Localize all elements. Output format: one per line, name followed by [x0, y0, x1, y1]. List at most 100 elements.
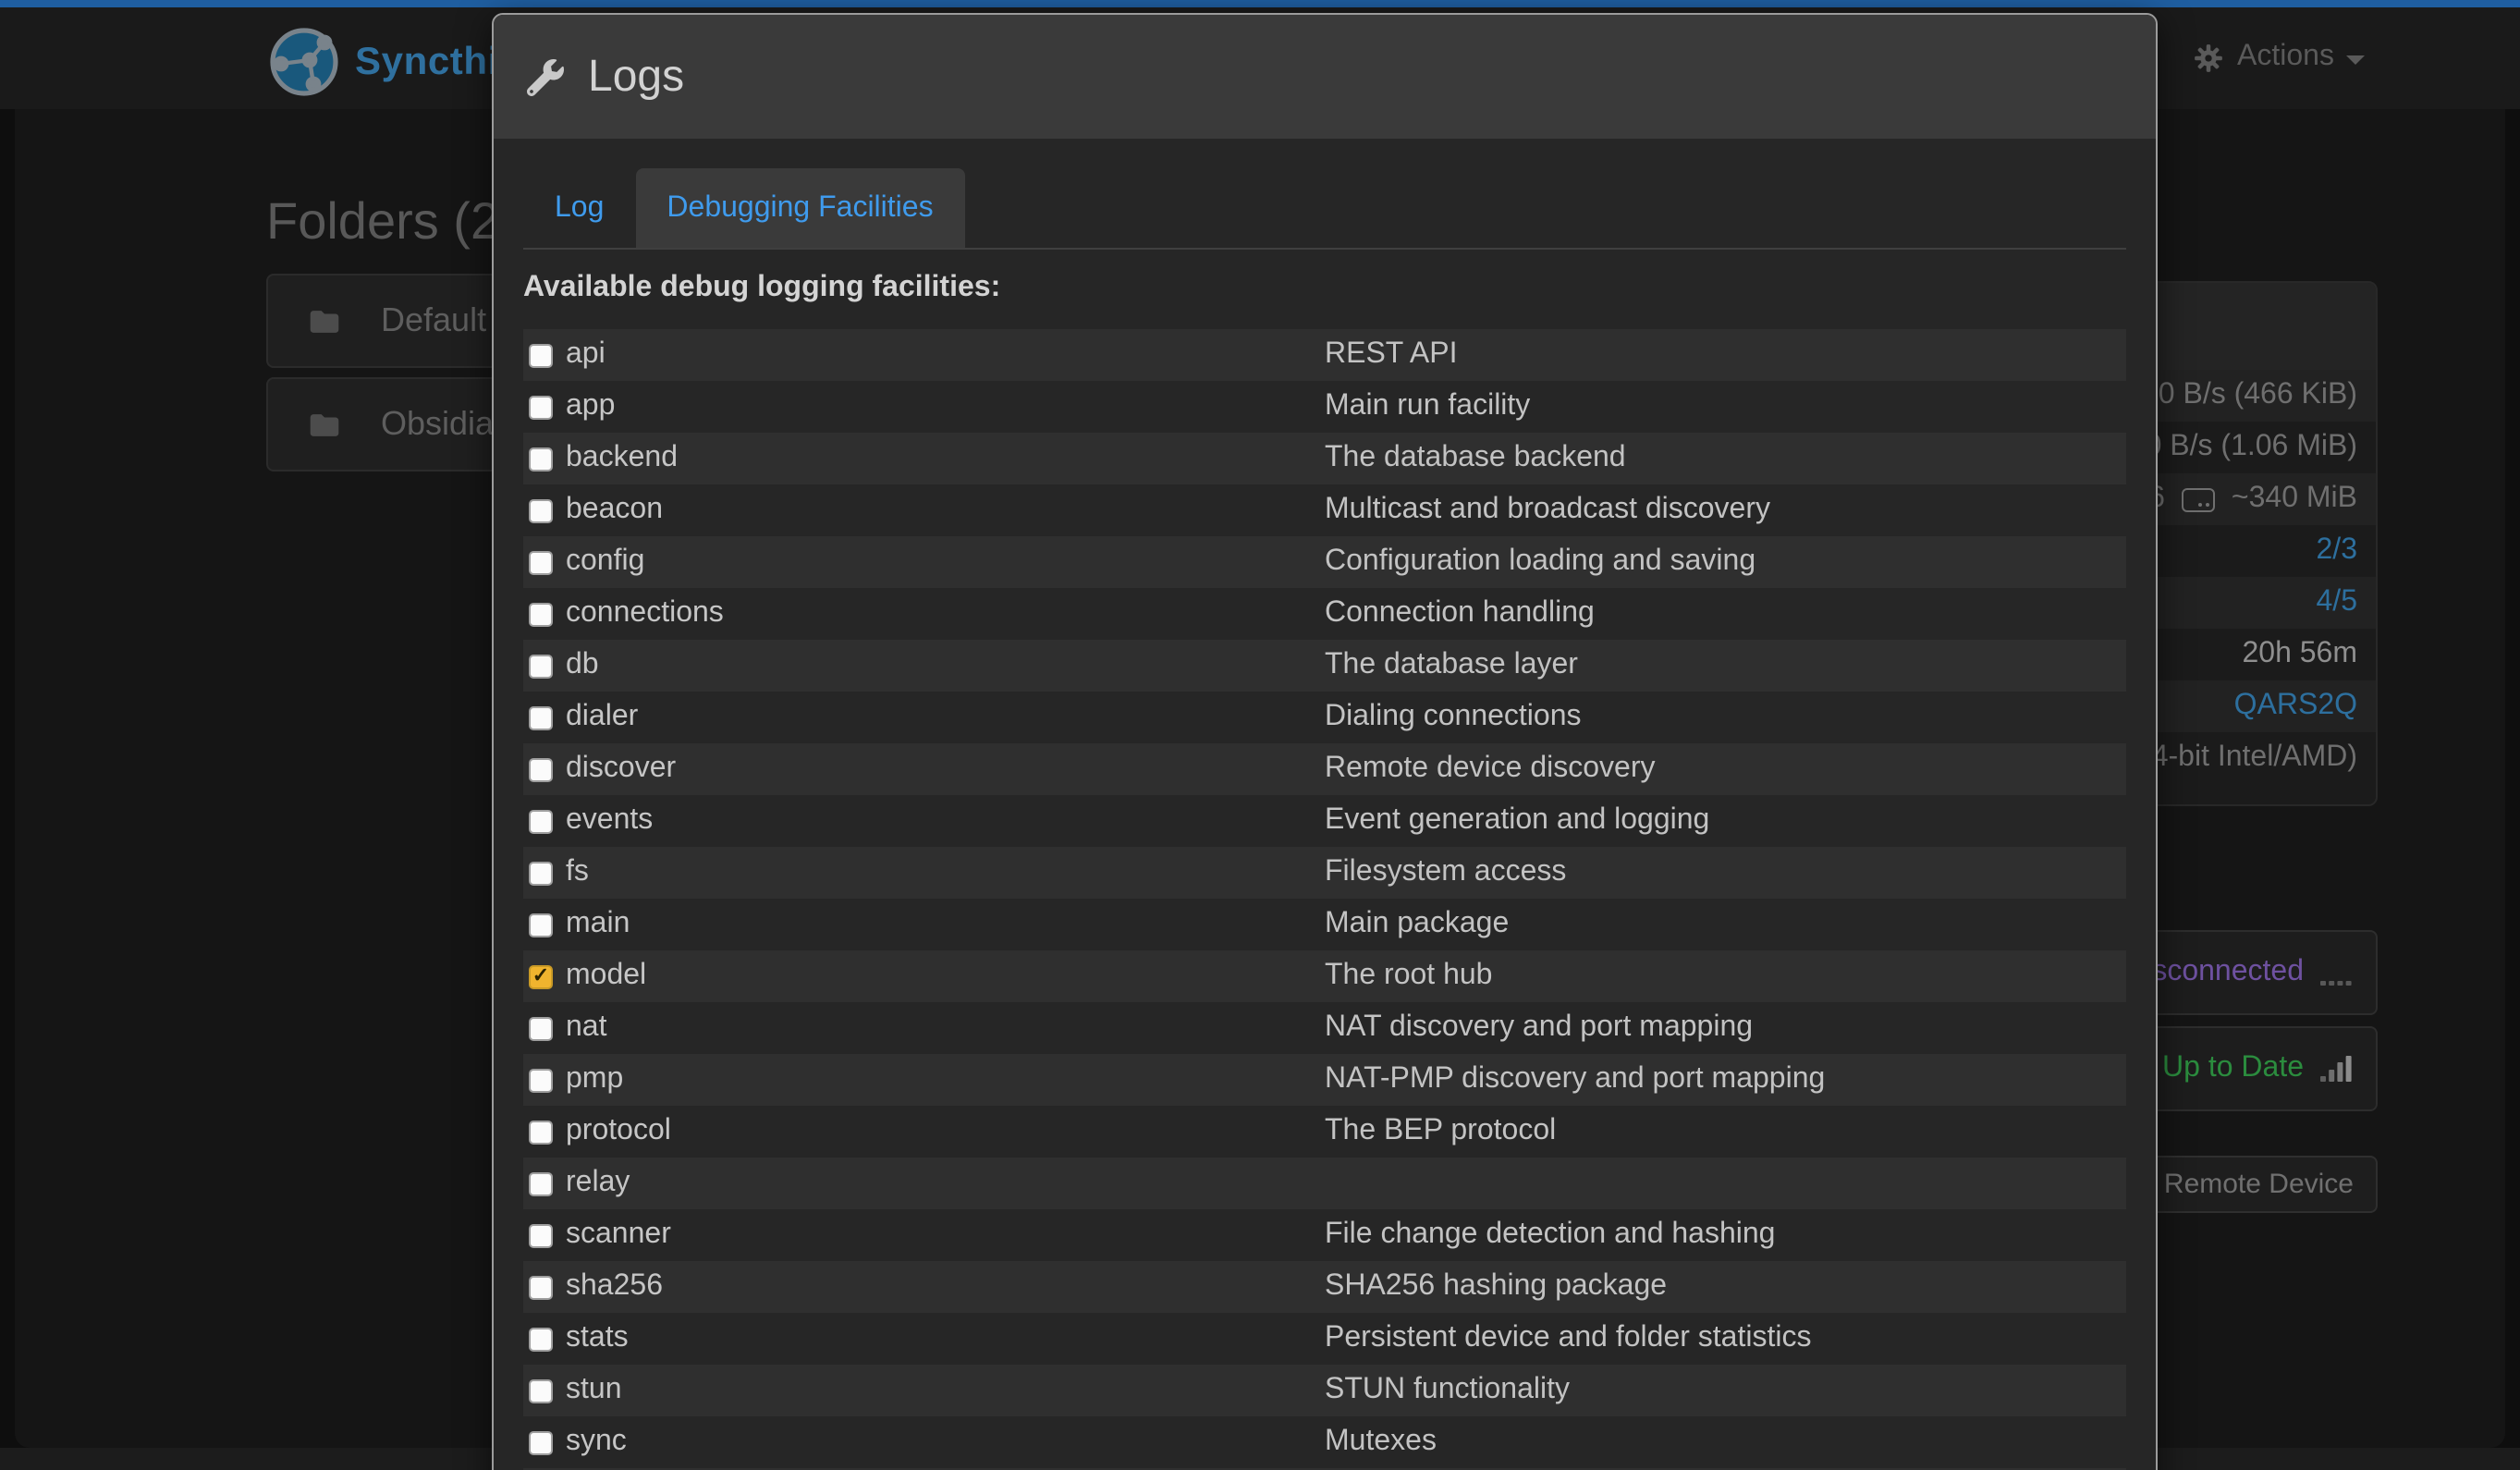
- facility-checkbox[interactable]: [529, 705, 553, 729]
- facility-checkbox[interactable]: [529, 550, 553, 574]
- facility-row: dialer Dialing connections: [523, 692, 2126, 743]
- facility-name: discover: [566, 753, 676, 786]
- facility-description: The database layer: [1325, 649, 2126, 682]
- logs-modal-body: Log Debugging Facilities Available debug…: [494, 168, 2156, 1470]
- facility-checkbox[interactable]: [529, 447, 553, 471]
- facility-description: NAT-PMP discovery and port mapping: [1325, 1063, 2126, 1096]
- facility-checkbox[interactable]: [529, 757, 553, 781]
- facility-checkbox[interactable]: [529, 1120, 553, 1144]
- facility-name: relay: [566, 1167, 630, 1200]
- facility-checkbox[interactable]: [529, 1430, 553, 1454]
- facility-checkbox[interactable]: [529, 343, 553, 367]
- facility-description: STUN functionality: [1325, 1374, 2126, 1407]
- facility-row: api REST API: [523, 329, 2126, 381]
- facility-checkbox[interactable]: [529, 395, 553, 419]
- facility-description: SHA256 hashing package: [1325, 1270, 2126, 1304]
- facility-row: protocolThe BEP protocol: [523, 1106, 2126, 1158]
- hard-drive-icon: [2182, 487, 2215, 511]
- facility-checkbox[interactable]: ✓: [529, 964, 553, 988]
- facility-row: db The database layer: [523, 640, 2126, 692]
- facility-name: backend: [566, 442, 678, 475]
- facility-row: fs Filesystem access: [523, 847, 2126, 899]
- facility-name: scanner: [566, 1219, 671, 1252]
- facility-description: Dialing connections: [1325, 701, 2126, 734]
- facility-name: dialer: [566, 701, 638, 734]
- facility-row: beacon Multicast and broadcast discovery: [523, 484, 2126, 536]
- wrench-icon: [527, 58, 564, 95]
- facility-row: stunSTUN functionality: [523, 1365, 2126, 1416]
- facility-name: stats: [566, 1322, 629, 1355]
- facility-row: nat NAT discovery and port mapping: [523, 1002, 2126, 1054]
- folder-icon: [309, 411, 340, 437]
- facility-name: api: [566, 338, 606, 372]
- syncthing-logo-icon: [270, 28, 338, 96]
- facility-checkbox[interactable]: [529, 498, 553, 522]
- actions-label: Actions: [2237, 41, 2334, 74]
- facility-checkbox[interactable]: [529, 1223, 553, 1247]
- facility-row: pmpNAT-PMP discovery and port mapping: [523, 1054, 2126, 1106]
- facility-row: config Configuration loading and saving: [523, 536, 2126, 588]
- facility-description: Filesystem access: [1325, 856, 2126, 889]
- device-status-up-to-date: Up to Date: [2162, 1052, 2304, 1085]
- facility-row: relay: [523, 1158, 2126, 1209]
- facility-description: Mutexes: [1325, 1426, 2126, 1459]
- folder-icon: [309, 308, 340, 334]
- facility-row: sha256 SHA256 hashing package: [523, 1261, 2126, 1313]
- facility-row: connections Connection handling: [523, 588, 2126, 640]
- tab-debugging-facilities[interactable]: Debugging Facilities: [635, 168, 964, 248]
- syncthing-app: Syncthing Actions Folders (2 DefaultObsi…: [0, 0, 2520, 1470]
- facility-row: discover Remote device discovery: [523, 743, 2126, 795]
- facility-checkbox[interactable]: [529, 1275, 553, 1299]
- facility-name: fs: [566, 856, 589, 889]
- facility-checkbox[interactable]: [529, 1378, 553, 1403]
- facility-row: backend The database backend: [523, 433, 2126, 484]
- facility-row: syncMutexes: [523, 1416, 2126, 1468]
- tab-log[interactable]: Log: [523, 168, 635, 248]
- facility-name: beacon: [566, 494, 663, 527]
- facility-checkbox[interactable]: [529, 602, 553, 626]
- logs-modal-header: Logs: [494, 15, 2156, 139]
- gear-icon: [2193, 42, 2224, 73]
- facility-description: NAT discovery and port mapping: [1325, 1011, 2126, 1045]
- facility-description: REST API: [1325, 338, 2126, 372]
- facilities-heading: Available debug logging facilities:: [523, 272, 2126, 305]
- facility-name: config: [566, 545, 644, 579]
- stat-value-link[interactable]: 4/5: [2317, 586, 2358, 619]
- facility-description: Multicast and broadcast discovery: [1325, 494, 2126, 527]
- facility-name: db: [566, 649, 599, 682]
- facility-description: Remote device discovery: [1325, 753, 2126, 786]
- facility-name: sha256: [566, 1270, 663, 1304]
- stat-value: 0 B/s (1.06 MiB): [2146, 431, 2357, 464]
- facility-row: ✓modelThe root hub: [523, 950, 2126, 1002]
- facility-checkbox[interactable]: [529, 913, 553, 937]
- facility-name: connections: [566, 597, 724, 631]
- facility-row: appMain run facility: [523, 381, 2126, 433]
- facility-description: Connection handling: [1325, 597, 2126, 631]
- facility-row: events Event generation and logging: [523, 795, 2126, 847]
- stat-value-link[interactable]: 2/3: [2317, 534, 2358, 568]
- facility-checkbox[interactable]: [529, 1327, 553, 1351]
- stat-value-link[interactable]: QARS2Q: [2234, 690, 2357, 723]
- facility-checkbox[interactable]: [529, 809, 553, 833]
- facility-name: events: [566, 804, 653, 838]
- facility-name: nat: [566, 1011, 607, 1045]
- facility-description: Configuration loading and saving: [1325, 545, 2126, 579]
- facility-row: statsPersistent device and folder statis…: [523, 1313, 2126, 1365]
- folder-name: Default: [381, 301, 486, 340]
- facility-name: main: [566, 908, 630, 941]
- signal-bars-icon: [2320, 1056, 2352, 1082]
- actions-menu-button[interactable]: Actions: [2193, 41, 2366, 74]
- facility-checkbox[interactable]: [529, 654, 553, 678]
- facility-description: Main run facility: [1325, 390, 2126, 423]
- facility-description: The database backend: [1325, 442, 2126, 475]
- signal-none-icon: [2320, 960, 2352, 986]
- modal-tabs: Log Debugging Facilities: [523, 168, 2126, 250]
- top-accent-bar: [0, 0, 2520, 7]
- facility-checkbox[interactable]: [529, 1016, 553, 1040]
- facility-checkbox[interactable]: [529, 861, 553, 885]
- facility-name: protocol: [566, 1115, 671, 1148]
- facility-checkbox[interactable]: [529, 1171, 553, 1195]
- facility-description: Main package: [1325, 908, 2126, 941]
- facility-description: Event generation and logging: [1325, 804, 2126, 838]
- facility-checkbox[interactable]: [529, 1068, 553, 1092]
